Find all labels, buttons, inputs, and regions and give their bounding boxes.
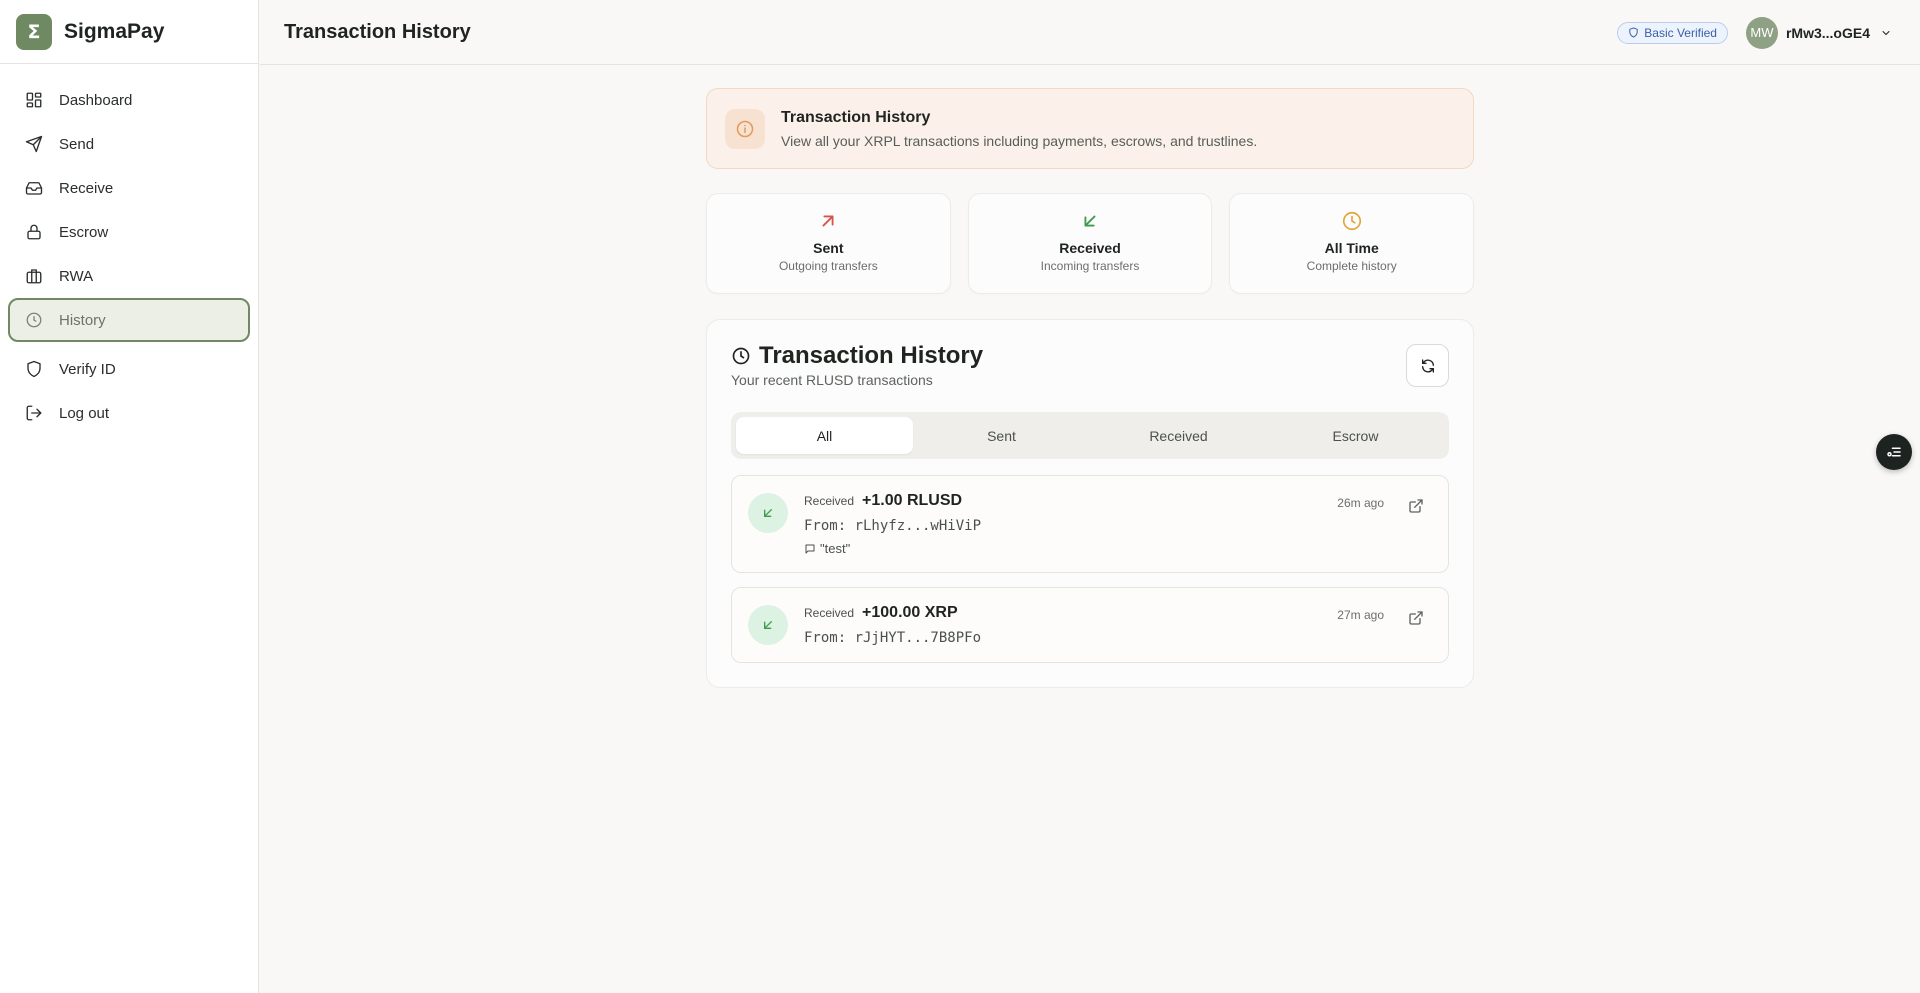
sidebar: Σ SigmaPay Dashboard Send Receive Escrow…	[0, 0, 259, 993]
sidebar-item-label: History	[59, 311, 106, 329]
transaction-item[interactable]: Received +100.00 XRP From: rJjHYT...7B8P…	[731, 587, 1449, 663]
sidebar-item-verify-id[interactable]: Verify ID	[8, 347, 250, 391]
refresh-icon	[1421, 358, 1434, 373]
user-menu[interactable]: MW rMw3...oGE4	[1745, 16, 1892, 49]
top-header: Transaction History Basic Verified MW rM…	[260, 0, 1920, 65]
info-title: Transaction History	[781, 108, 931, 126]
tab-escrow[interactable]: Escrow	[1267, 417, 1444, 454]
stat-subtitle: Complete history	[1306, 259, 1397, 273]
transaction-memo: "test"	[804, 541, 1432, 556]
dashboard-icon	[24, 90, 44, 110]
history-heading: Transaction History	[731, 342, 1449, 370]
info-icon	[725, 108, 765, 149]
wallet-address: rMw3...oGE4	[1785, 24, 1870, 41]
arrow-up-right-icon	[822, 215, 834, 227]
transaction-item[interactable]: Received +1.00 RLUSD From: rLhyfz...wHiV…	[731, 475, 1449, 573]
info-description: View all your XRPL transactions includin…	[781, 132, 1258, 149]
history-subtitle: Your recent RLUSD transactions	[731, 372, 933, 388]
stat-label: All Time	[1324, 240, 1379, 256]
tab-received[interactable]: Received	[1090, 417, 1267, 454]
external-link-icon[interactable]	[1408, 610, 1424, 626]
lock-icon	[24, 222, 44, 242]
verification-badge: Basic Verified	[1617, 21, 1728, 44]
stat-subtitle: Incoming transfers	[1040, 259, 1140, 273]
message-icon	[805, 544, 815, 553]
transaction-time: 26m ago	[1337, 496, 1384, 510]
sidebar-item-label: Send	[59, 135, 95, 153]
sidebar-item-rwa[interactable]: RWA	[8, 254, 250, 298]
history-tabs: All Sent Received Escrow	[731, 412, 1449, 459]
transaction-amount: +1.00 RLUSD	[862, 492, 963, 509]
refresh-button[interactable]	[1406, 344, 1449, 387]
clock-icon	[24, 310, 44, 330]
sidebar-item-label: Verify ID	[59, 360, 116, 378]
info-banner: Transaction History View all your XRPL t…	[706, 88, 1474, 169]
verification-badge-label: Basic Verified	[1644, 25, 1717, 40]
shield-icon	[1629, 27, 1638, 38]
stat-card-sent[interactable]: Sent Outgoing transfers	[706, 193, 951, 294]
brand-logo: Σ	[16, 13, 52, 50]
sidebar-item-receive[interactable]: Receive	[8, 166, 250, 210]
stats-row: Sent Outgoing transfers Received Incomin…	[706, 193, 1475, 294]
shield-icon	[24, 359, 44, 379]
clock-icon	[732, 347, 750, 365]
briefcase-icon	[24, 266, 44, 286]
chevron-down-icon	[1882, 30, 1890, 35]
transaction-type: Received	[804, 494, 855, 508]
send-icon	[24, 134, 44, 154]
history-title: Transaction History	[759, 342, 984, 369]
stat-card-all-time[interactable]: All Time Complete history	[1229, 193, 1475, 294]
stat-label: Received	[1059, 240, 1121, 256]
sidebar-item-label: Escrow	[59, 223, 109, 241]
sidebar-item-dashboard[interactable]: Dashboard	[8, 78, 250, 122]
sidebar-item-label: RWA	[59, 267, 94, 285]
stat-card-received[interactable]: Received Incoming transfers	[967, 193, 1213, 294]
list-settings-icon	[1887, 447, 1901, 457]
history-panel: Transaction History Your recent RLUSD tr…	[706, 319, 1474, 688]
sidebar-item-label: Log out	[59, 404, 110, 422]
logout-icon	[24, 403, 44, 423]
transaction-memo-text: "test"	[820, 541, 851, 556]
clock-icon	[1342, 211, 1361, 231]
brand-name: SigmaPay	[64, 19, 165, 43]
sidebar-nav: Dashboard Send Receive Escrow RWA Histor…	[0, 64, 258, 435]
transaction-from: From: rJjHYT...7B8PFo	[804, 630, 982, 646]
transaction-amount: +100.00 XRP	[862, 604, 958, 621]
sidebar-item-label: Dashboard	[59, 91, 133, 109]
brand[interactable]: Σ SigmaPay	[0, 0, 258, 64]
stat-subtitle: Outgoing transfers	[778, 259, 878, 273]
sidebar-item-escrow[interactable]: Escrow	[8, 210, 250, 254]
floating-menu-button[interactable]	[1876, 434, 1912, 470]
inbox-icon	[24, 178, 44, 198]
arrow-down-left-icon	[1084, 215, 1096, 227]
header-right: Basic Verified MW rMw3...oGE4	[1617, 0, 1892, 65]
main-content: Transaction History View all your XRPL t…	[706, 88, 1475, 688]
tab-sent[interactable]: Sent	[913, 417, 1090, 454]
transaction-time: 27m ago	[1337, 608, 1384, 622]
page-title: Transaction History	[284, 20, 471, 43]
avatar: MW	[1745, 16, 1778, 49]
sidebar-item-send[interactable]: Send	[8, 122, 250, 166]
transaction-from: From: rLhyfz...wHiViP	[804, 518, 982, 534]
transaction-type: Received	[804, 606, 855, 620]
arrow-down-left-icon	[748, 493, 788, 533]
sidebar-item-log-out[interactable]: Log out	[8, 391, 250, 435]
stat-label: Sent	[813, 240, 844, 256]
sidebar-item-label: Receive	[59, 179, 114, 197]
info-text: Transaction History View all your XRPL t…	[781, 109, 1257, 149]
tab-all[interactable]: All	[736, 417, 913, 454]
arrow-down-left-icon	[748, 605, 788, 645]
sidebar-item-history[interactable]: History	[8, 298, 250, 342]
external-link-icon[interactable]	[1408, 498, 1424, 514]
